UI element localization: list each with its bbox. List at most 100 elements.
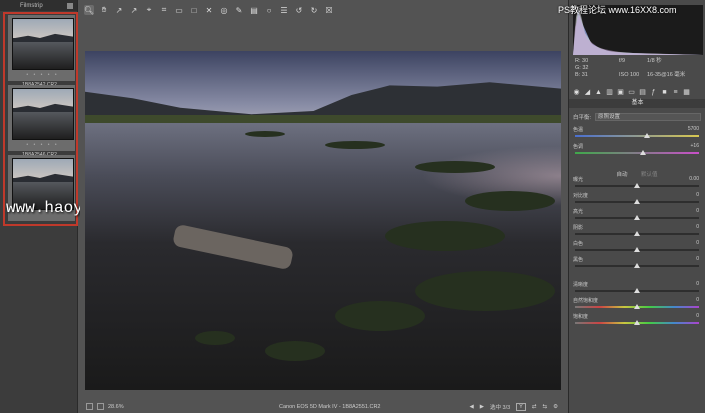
slider-label: 阴影 [573,225,584,231]
filmstrip-menu-icon[interactable] [67,2,73,9]
image-info: Canon EOS 5D Mark IV - 1B8A2551.CR2 [279,403,381,410]
selection-count: 选中 3/3 [489,404,511,411]
slider-row: 饱和度 0 [573,313,701,327]
lens-tab-icon[interactable]: ▭ [627,88,636,97]
shutter-value: 1/8 秒 [647,58,662,64]
adjustment-panel: R: 30 G: 32 B: 31 f/9 ISO 100 1/8 秒 16-3… [568,0,705,413]
slider-label: 色温 [573,127,584,133]
presets-tab-icon[interactable]: ≡ [671,88,680,97]
slider-knob[interactable] [634,183,640,188]
slider-value[interactable]: 0 [696,313,699,319]
panel-title: 基本 [569,99,705,108]
white-balance-tool-icon[interactable]: ↗ [114,5,124,15]
white-balance-row: 白平衡: 原照设置 [573,113,701,121]
zoom-in-icon[interactable] [97,403,104,410]
swap-icon[interactable]: ⇄ [532,404,537,410]
slider-knob[interactable] [634,320,640,325]
slider-row: 曝光 0.00 [573,176,701,190]
before-after-toggle[interactable]: Y [516,402,526,411]
slider-row: 色调 +16 [573,143,701,157]
slider-value[interactable]: 0 [696,224,699,230]
hsl-tab-icon[interactable]: ▥ [605,88,614,97]
slider-knob[interactable] [634,247,640,252]
slider-row: 自然饱和度 0 [573,297,701,311]
hand-tool-icon[interactable]: ✋︎ [99,5,109,15]
slider-track[interactable] [575,135,699,137]
default-button[interactable]: 默认值 [641,172,658,178]
slider-knob[interactable] [634,199,640,204]
rotate-right-icon[interactable]: ↻ [309,5,319,15]
radial-filter-icon[interactable]: ○ [264,5,274,15]
slider-knob[interactable] [634,215,640,220]
slider-knob[interactable] [634,263,640,268]
red-eye-icon[interactable]: ◎ [219,5,229,15]
slider-knob[interactable] [634,304,640,309]
spot-removal-icon[interactable]: ✕ [204,5,214,15]
thumbnail-image [12,88,74,140]
image-canvas[interactable] [80,20,566,398]
slider-value[interactable]: 0 [696,256,699,262]
aperture-value: f/9 [619,58,626,64]
slider-label: 自然饱和度 [573,298,599,304]
split-toning-tab-icon[interactable]: ▣ [616,88,625,97]
effects-tab-icon[interactable]: ƒ [649,88,658,97]
rotate-left-icon[interactable]: ↺ [294,5,304,15]
slider-knob[interactable] [634,231,640,236]
toolbar: 🔍︎ ✋︎ ↗ ↗ ⌖ ⌗ ▭ □ ✕ ◎ ✎ ▤ ○ ☰ ↺ ↻ ☒ [80,3,566,17]
zoom-tool-icon[interactable]: 🔍︎ [84,5,94,15]
slider-label: 对比度 [573,193,589,199]
slider-label: 清晰度 [573,282,589,288]
filmstrip-title: Filmstrip [20,2,43,9]
slider-knob[interactable] [640,150,647,155]
trash-icon[interactable]: ☒ [324,5,334,15]
slider-value[interactable]: 5700 [688,126,699,132]
fit-view-icon[interactable] [86,403,93,410]
camera-calibration-tab-icon[interactable]: ■ [660,88,669,97]
slider-value[interactable]: 0 [696,281,699,287]
wb-label: 白平衡: [573,115,592,121]
wb-select[interactable]: 原照设置 [595,113,701,121]
filmstrip-header: Filmstrip [0,0,77,11]
slider-knob[interactable] [643,133,650,138]
auto-button[interactable]: 自动 [616,172,627,178]
pixel-info: R: 30 G: 32 B: 31 f/9 ISO 100 1/8 秒 16-3… [575,58,703,84]
slider-label: 高光 [573,209,584,215]
slider-value[interactable]: 0 [696,297,699,303]
filmstrip-item[interactable]: • • • • • [8,85,75,151]
targeted-adjustment-icon[interactable]: ⌖ [144,5,154,15]
tone-curve-tab-icon[interactable]: ◢ [583,88,592,97]
lens-value: 16-35@16 毫米 [647,72,686,78]
next-image-icon[interactable]: ▶ [480,404,484,410]
straighten-tool-icon[interactable]: ▭ [174,5,184,15]
slider-value[interactable]: 0 [696,240,699,246]
slider-value[interactable]: 0 [696,208,699,214]
preferences-icon[interactable]: ☰ [279,5,289,15]
transform-tool-icon[interactable]: □ [189,5,199,15]
slider-label: 黑色 [573,257,584,263]
slider-knob[interactable] [634,288,640,293]
copy-settings-icon[interactable]: ⇆ [542,404,547,410]
ps-watermark: PS教程论坛 www.16XX8.com [558,5,677,15]
rating-stars[interactable]: • • • • • [5,142,80,148]
adjustment-brush-icon[interactable]: ✎ [234,5,244,15]
auto-default-row: 自动 默认值 [573,170,701,178]
filmstrip-selection-outline: • • • • • 1B8A2542.CR2 • • • • • 1B8A254… [3,12,78,226]
basic-tab-icon[interactable]: ◉ [572,88,581,97]
slider-track[interactable] [575,152,699,154]
graduated-filter-icon[interactable]: ▤ [249,5,259,15]
camera-raw-window: Filmstrip • • • • • 1B8A2542.CR2 • • • •… [0,0,705,413]
snapshots-tab-icon[interactable]: ▦ [682,88,691,97]
transform-tab-icon[interactable]: ▤ [638,88,647,97]
slider-label: 白色 [573,241,584,247]
zoom-level[interactable]: 28.6% [108,404,124,410]
slider-value[interactable]: 0 [696,192,699,198]
rgb-r-value: R: 30 [575,58,589,64]
prev-image-icon[interactable]: ◀ [470,404,474,410]
color-sampler-icon[interactable]: ↗ [129,5,139,15]
filmstrip-item[interactable]: • • • • • [8,15,75,81]
slider-value[interactable]: +16 [691,143,699,149]
settings-icon[interactable]: ⚙ [553,404,558,410]
rating-stars[interactable]: • • • • • [5,72,80,78]
crop-tool-icon[interactable]: ⌗ [159,5,169,15]
detail-tab-icon[interactable]: ▲ [594,88,603,97]
